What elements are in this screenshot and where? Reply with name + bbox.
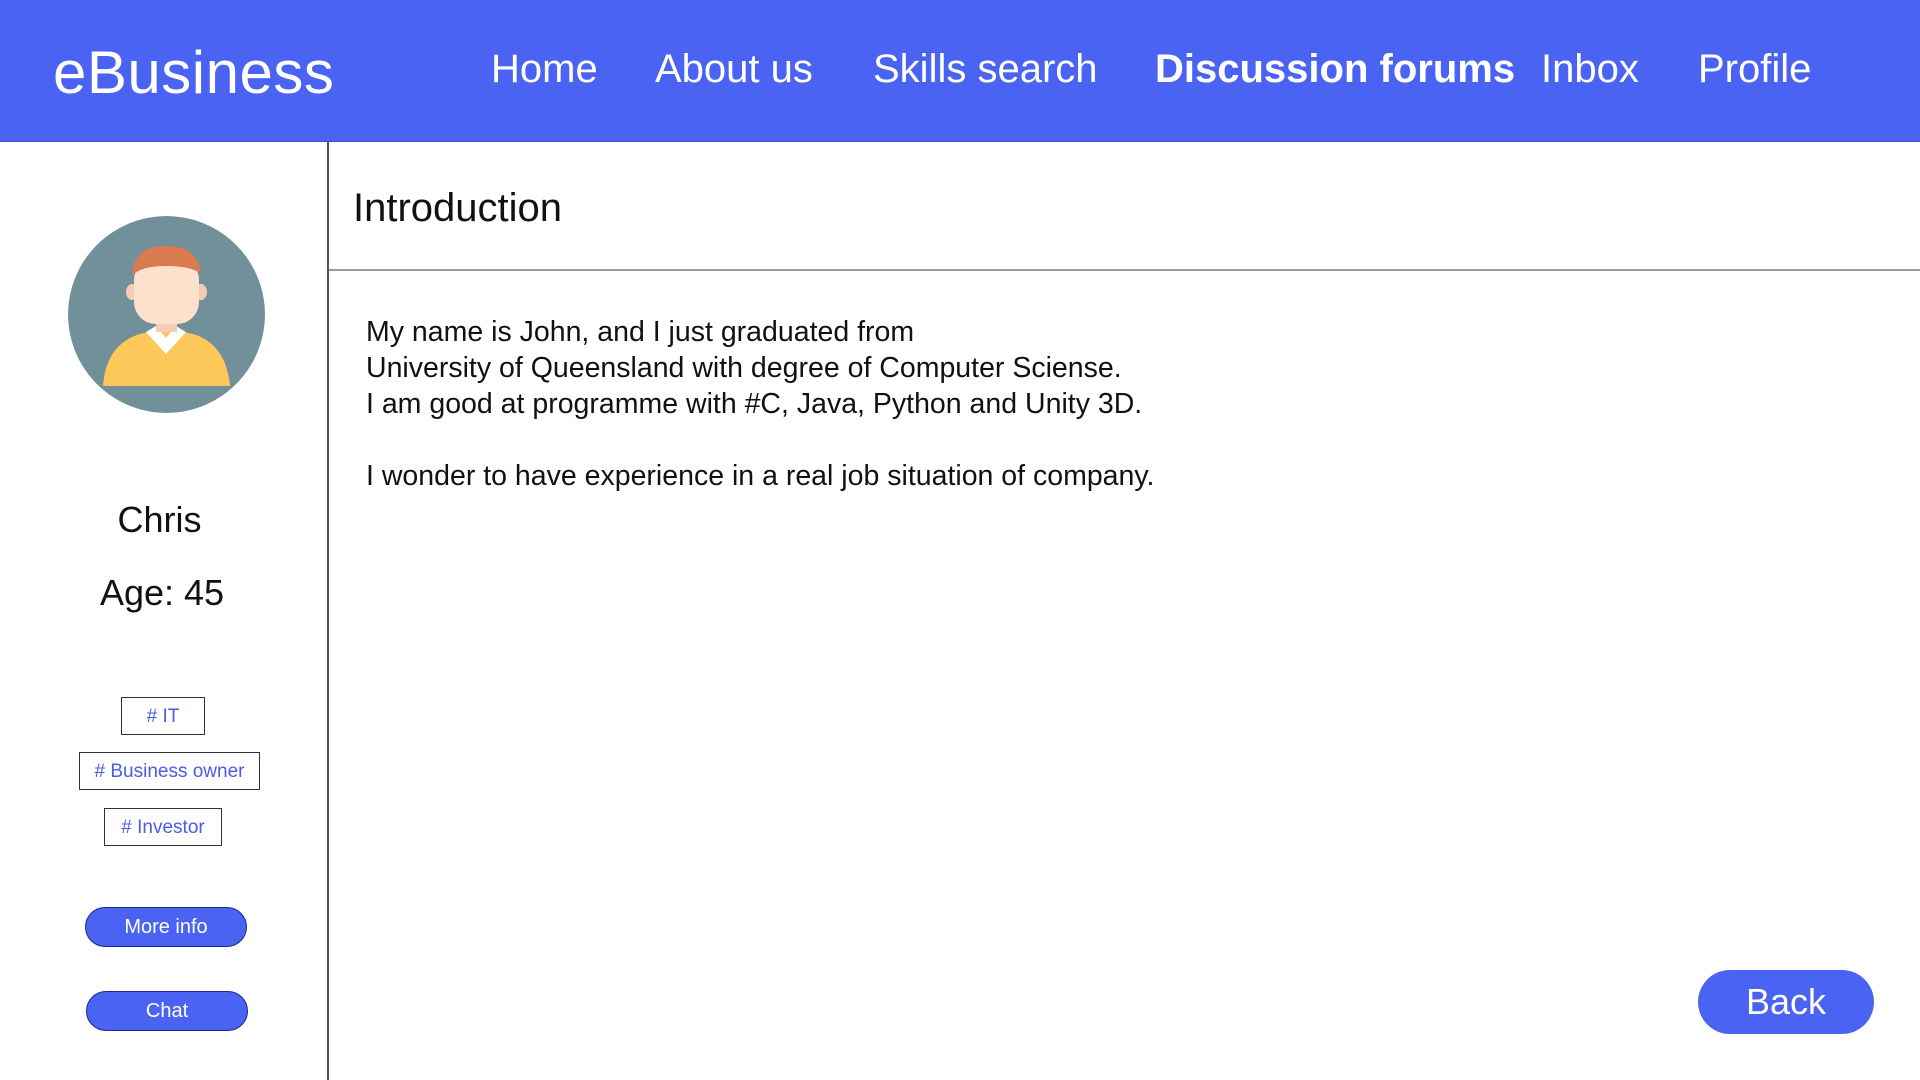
intro-closing-line: I wonder to have experience in a real jo…	[366, 460, 1155, 492]
user-name: Chris	[117, 499, 202, 540]
chat-button[interactable]: Chat	[86, 991, 248, 1031]
top-nav-bar: eBusiness Home About us Skills search Di…	[0, 0, 1920, 142]
page: eBusiness Home About us Skills search Di…	[0, 0, 1920, 1080]
intro-line: University of Queensland with degree of …	[366, 352, 1122, 384]
tag-investor[interactable]: # Investor	[104, 808, 222, 846]
brand-logo[interactable]: eBusiness	[53, 38, 334, 107]
tag-it[interactable]: # IT	[121, 697, 205, 735]
user-avatar-icon	[68, 216, 265, 413]
nav-inbox[interactable]: Inbox	[1541, 47, 1639, 92]
introduction-text: My name is John, and I just graduated fr…	[366, 314, 1154, 494]
intro-line: I am good at programme with #C, Java, Py…	[366, 388, 1143, 420]
tag-business-owner[interactable]: # Business owner	[79, 752, 260, 790]
nav-skills-search[interactable]: Skills search	[873, 47, 1098, 92]
nav-about-us[interactable]: About us	[655, 47, 813, 92]
nav-home[interactable]: Home	[491, 47, 598, 92]
nav-discussion-forums[interactable]: Discussion forums	[1155, 47, 1515, 92]
main-content: Introduction My name is John, and I just…	[329, 142, 1920, 1080]
title-divider	[329, 269, 1920, 271]
user-age: Age: 45	[99, 572, 225, 613]
profile-sidebar: Chris Age: 45 # IT # Business owner # In…	[0, 142, 329, 1080]
intro-line: My name is John, and I just graduated fr…	[366, 316, 915, 348]
back-button[interactable]: Back	[1698, 970, 1874, 1034]
nav-profile[interactable]: Profile	[1698, 47, 1811, 92]
section-title: Introduction	[353, 186, 563, 230]
more-info-button[interactable]: More info	[85, 907, 247, 947]
intro-spacer	[366, 422, 1154, 458]
